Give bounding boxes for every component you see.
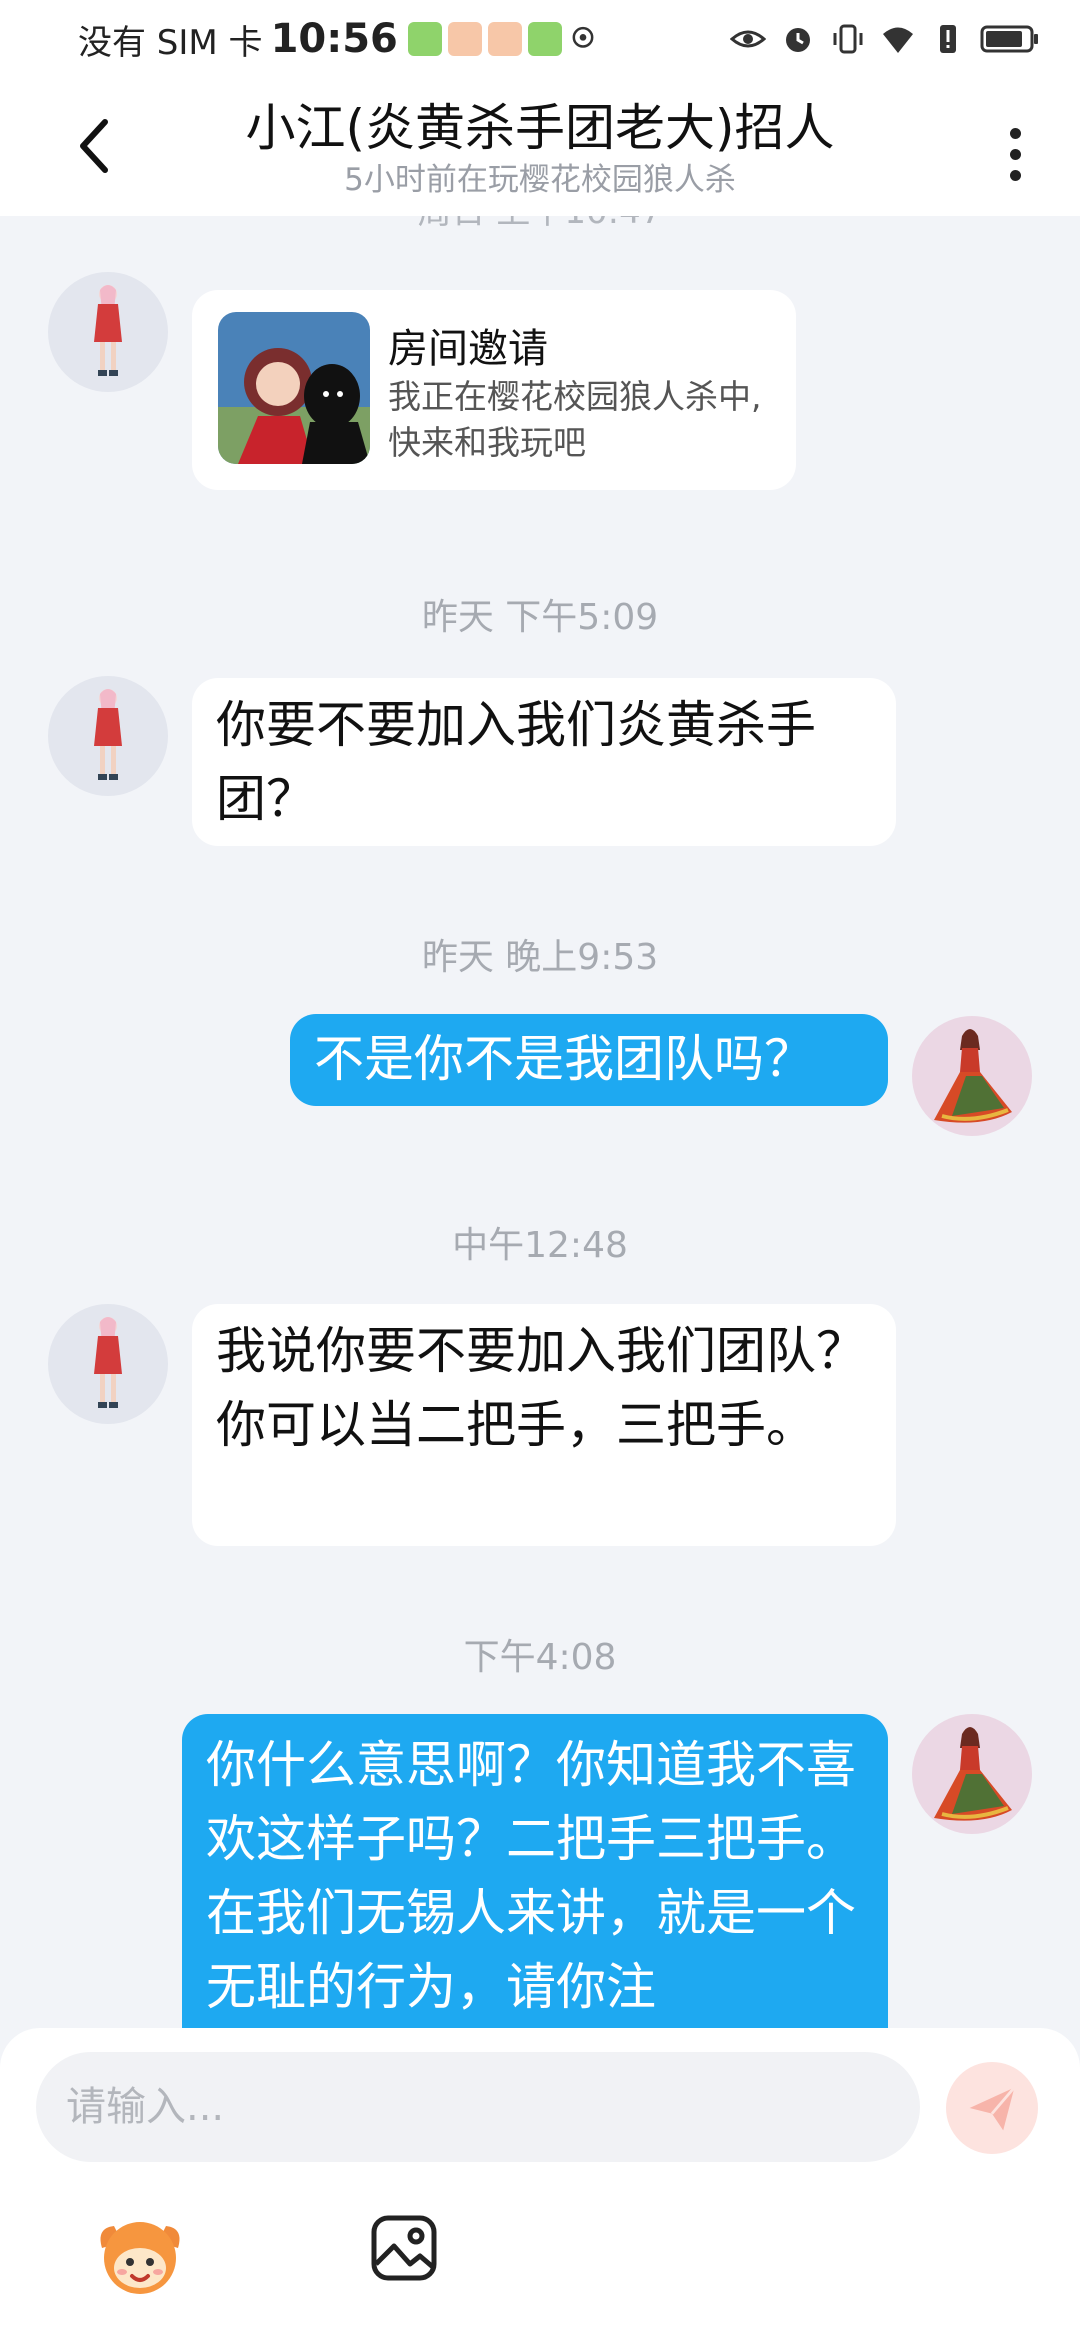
more-vertical-icon xyxy=(1009,127,1021,139)
location-icon xyxy=(572,26,594,48)
anime-girl-icon xyxy=(94,1317,122,1408)
contact-avatar[interactable] xyxy=(48,272,168,392)
status-bar: 没有 SIM 卡 10:56 xyxy=(0,0,1080,78)
status-left: 没有 SIM 卡 10:56 xyxy=(78,15,598,64)
carrier-text: 没有 SIM 卡 xyxy=(78,22,263,63)
alert-icon xyxy=(940,25,956,53)
contact-avatar[interactable] xyxy=(48,676,168,796)
message-timestamp: 昨天 下午5:09 xyxy=(421,597,659,638)
outgoing-message[interactable]: 你什么意思啊？你知道我不喜欢这样子吗？二把手三把手。在我们无锡人来讲，就是一个无… xyxy=(182,1714,888,2028)
message-timestamp: 周日 上午10:47 xyxy=(0,216,1080,233)
message-timestamp: 下午4:08 xyxy=(463,1637,617,1678)
chevron-left-icon xyxy=(80,119,108,173)
message-timestamp: 昨天 晚上9:53 xyxy=(421,937,659,978)
eye-icon xyxy=(730,30,766,48)
more-options-button[interactable] xyxy=(990,114,1040,194)
status-time: 10:56 xyxy=(270,16,398,62)
contact-avatar[interactable] xyxy=(48,1304,168,1424)
user-avatar[interactable] xyxy=(912,1714,1032,1834)
vibrate-icon xyxy=(833,24,863,54)
app-notification-icon xyxy=(407,22,442,56)
chat-title: 小江(炎黄杀手团老大)招人 xyxy=(245,99,835,157)
dancer-icon xyxy=(934,1727,1012,1821)
message-input[interactable] xyxy=(36,2052,920,2162)
chat-subtitle: 5小时前在玩樱花校园狼人杀 xyxy=(344,162,736,198)
dancer-icon xyxy=(934,1029,1012,1123)
emoji-mascot-icon xyxy=(100,2222,180,2294)
room-invite-card[interactable]: 房间邀请 我正在樱花校园狼人杀中, 快来和我玩吧 xyxy=(192,290,796,490)
battery-icon xyxy=(980,25,1038,53)
incoming-message[interactable]: 你要不要加入我们炎黄杀手团？ xyxy=(192,678,896,846)
send-button[interactable] xyxy=(946,2062,1038,2154)
app-notification-icon xyxy=(487,22,522,56)
chat-header: 小江(炎黄杀手团老大)招人 5小时前在玩樱花校园狼人杀 xyxy=(0,78,1080,216)
message-timestamp: 中午12:48 xyxy=(452,1225,628,1266)
app-notification-icon xyxy=(527,22,562,56)
outgoing-message[interactable]: 不是你不是我团队吗？ xyxy=(290,1014,888,1106)
status-right xyxy=(730,21,1040,57)
alarm-icon xyxy=(786,28,810,52)
game-thumbnail xyxy=(218,312,370,464)
anime-girl-icon xyxy=(94,285,122,376)
chat-messages[interactable]: 周日 上午10:47 房间邀请 xyxy=(0,216,1080,2028)
anime-girl-icon xyxy=(94,689,122,780)
user-avatar[interactable] xyxy=(912,1016,1032,1136)
back-button[interactable] xyxy=(60,106,130,186)
send-icon xyxy=(969,2086,1016,2131)
invite-title: 房间邀请 xyxy=(388,326,548,372)
emoji-button[interactable] xyxy=(92,2208,188,2304)
invite-description: 我正在樱花校园狼人杀中, 快来和我玩吧 xyxy=(388,377,762,462)
input-panel xyxy=(0,2028,1080,2340)
wifi-icon xyxy=(883,27,913,53)
incoming-message[interactable]: 我说你要不要加入我们团队？你可以当二把手，三把手。 xyxy=(192,1304,896,1546)
app-notification-icon xyxy=(447,22,482,56)
image-icon xyxy=(371,2215,437,2281)
image-button[interactable] xyxy=(370,2214,438,2282)
